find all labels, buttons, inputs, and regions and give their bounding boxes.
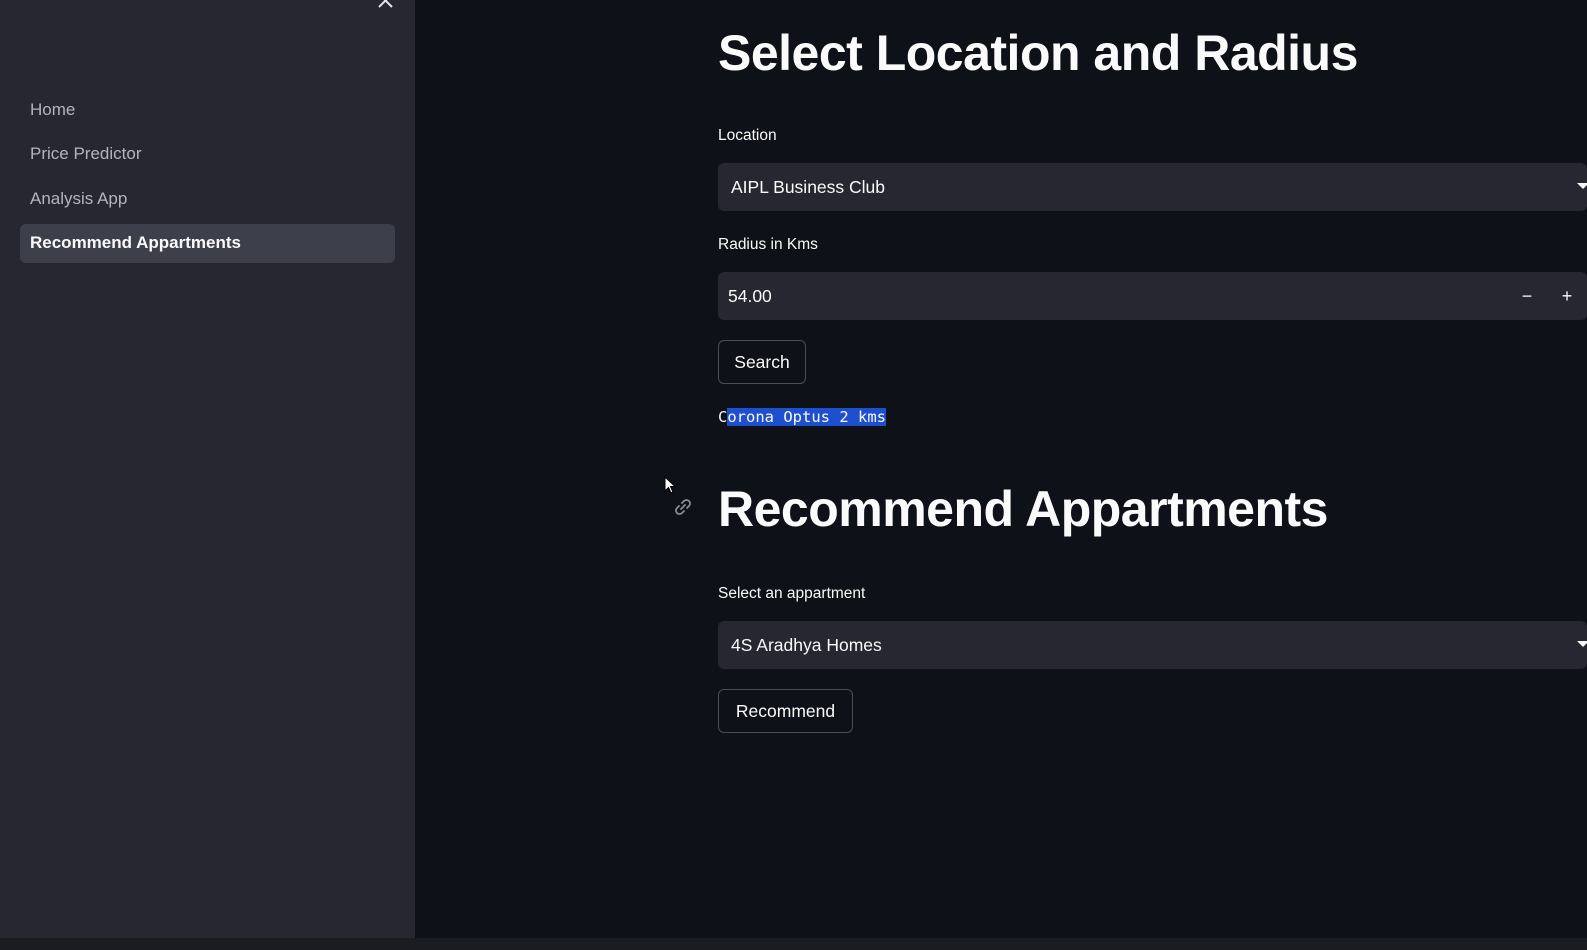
recommend-section-title: Recommend Appartments: [718, 481, 1328, 537]
location-select[interactable]: AIPL Business Club: [718, 163, 1587, 211]
radius-input-value: 54.00: [728, 285, 772, 306]
close-icon[interactable]: [375, 0, 397, 12]
apartment-label: Select an appartment: [718, 585, 866, 602]
result-text-selected: orona Optus 2 kms: [727, 408, 886, 426]
decrement-button[interactable]: −: [1515, 272, 1539, 320]
mouse-cursor-icon: [664, 475, 678, 496]
search-result-text: Corona Optus 2 kms: [718, 404, 886, 430]
radius-input[interactable]: 54.00 − +: [718, 272, 1587, 320]
apartment-select[interactable]: 4S Aradhya Homes: [718, 621, 1587, 669]
sidebar-item-label: Home: [30, 99, 76, 119]
recommend-button[interactable]: Recommend: [718, 689, 853, 733]
sidebar-item-recommend-appartments[interactable]: Recommend Appartments: [20, 223, 395, 263]
sidebar-item-home[interactable]: Home: [20, 90, 395, 129]
sidebar-item-analysis-app[interactable]: Analysis App: [20, 179, 395, 218]
bottom-strip: [0, 938, 1587, 950]
link-icon[interactable]: [670, 494, 696, 520]
main-content: Select Location and Radius Location AIPL…: [718, 0, 1587, 938]
increment-button[interactable]: +: [1558, 272, 1576, 320]
sidebar-item-label: Analysis App: [30, 188, 128, 208]
chevron-down-icon: [1577, 183, 1587, 189]
sidebar: Home Price Predictor Analysis App Recomm…: [0, 0, 415, 938]
location-select-value: AIPL Business Club: [731, 176, 886, 197]
app-root: Home Price Predictor Analysis App Recomm…: [0, 0, 1587, 950]
location-label: Location: [718, 127, 777, 144]
result-text-unselected: C: [718, 408, 728, 426]
radius-label: Radius in Kms: [718, 236, 818, 253]
apartment-select-value: 4S Aradhya Homes: [731, 634, 882, 655]
sidebar-nav: Home Price Predictor Analysis App Recomm…: [20, 90, 395, 268]
sidebar-item-label: Recommend Appartments: [30, 233, 241, 252]
search-button[interactable]: Search: [718, 340, 806, 384]
location-section-title: Select Location and Radius: [718, 25, 1358, 81]
sidebar-item-label: Price Predictor: [30, 144, 142, 163]
chevron-down-icon: [1577, 641, 1587, 647]
sidebar-item-price-predictor[interactable]: Price Predictor: [20, 135, 395, 174]
